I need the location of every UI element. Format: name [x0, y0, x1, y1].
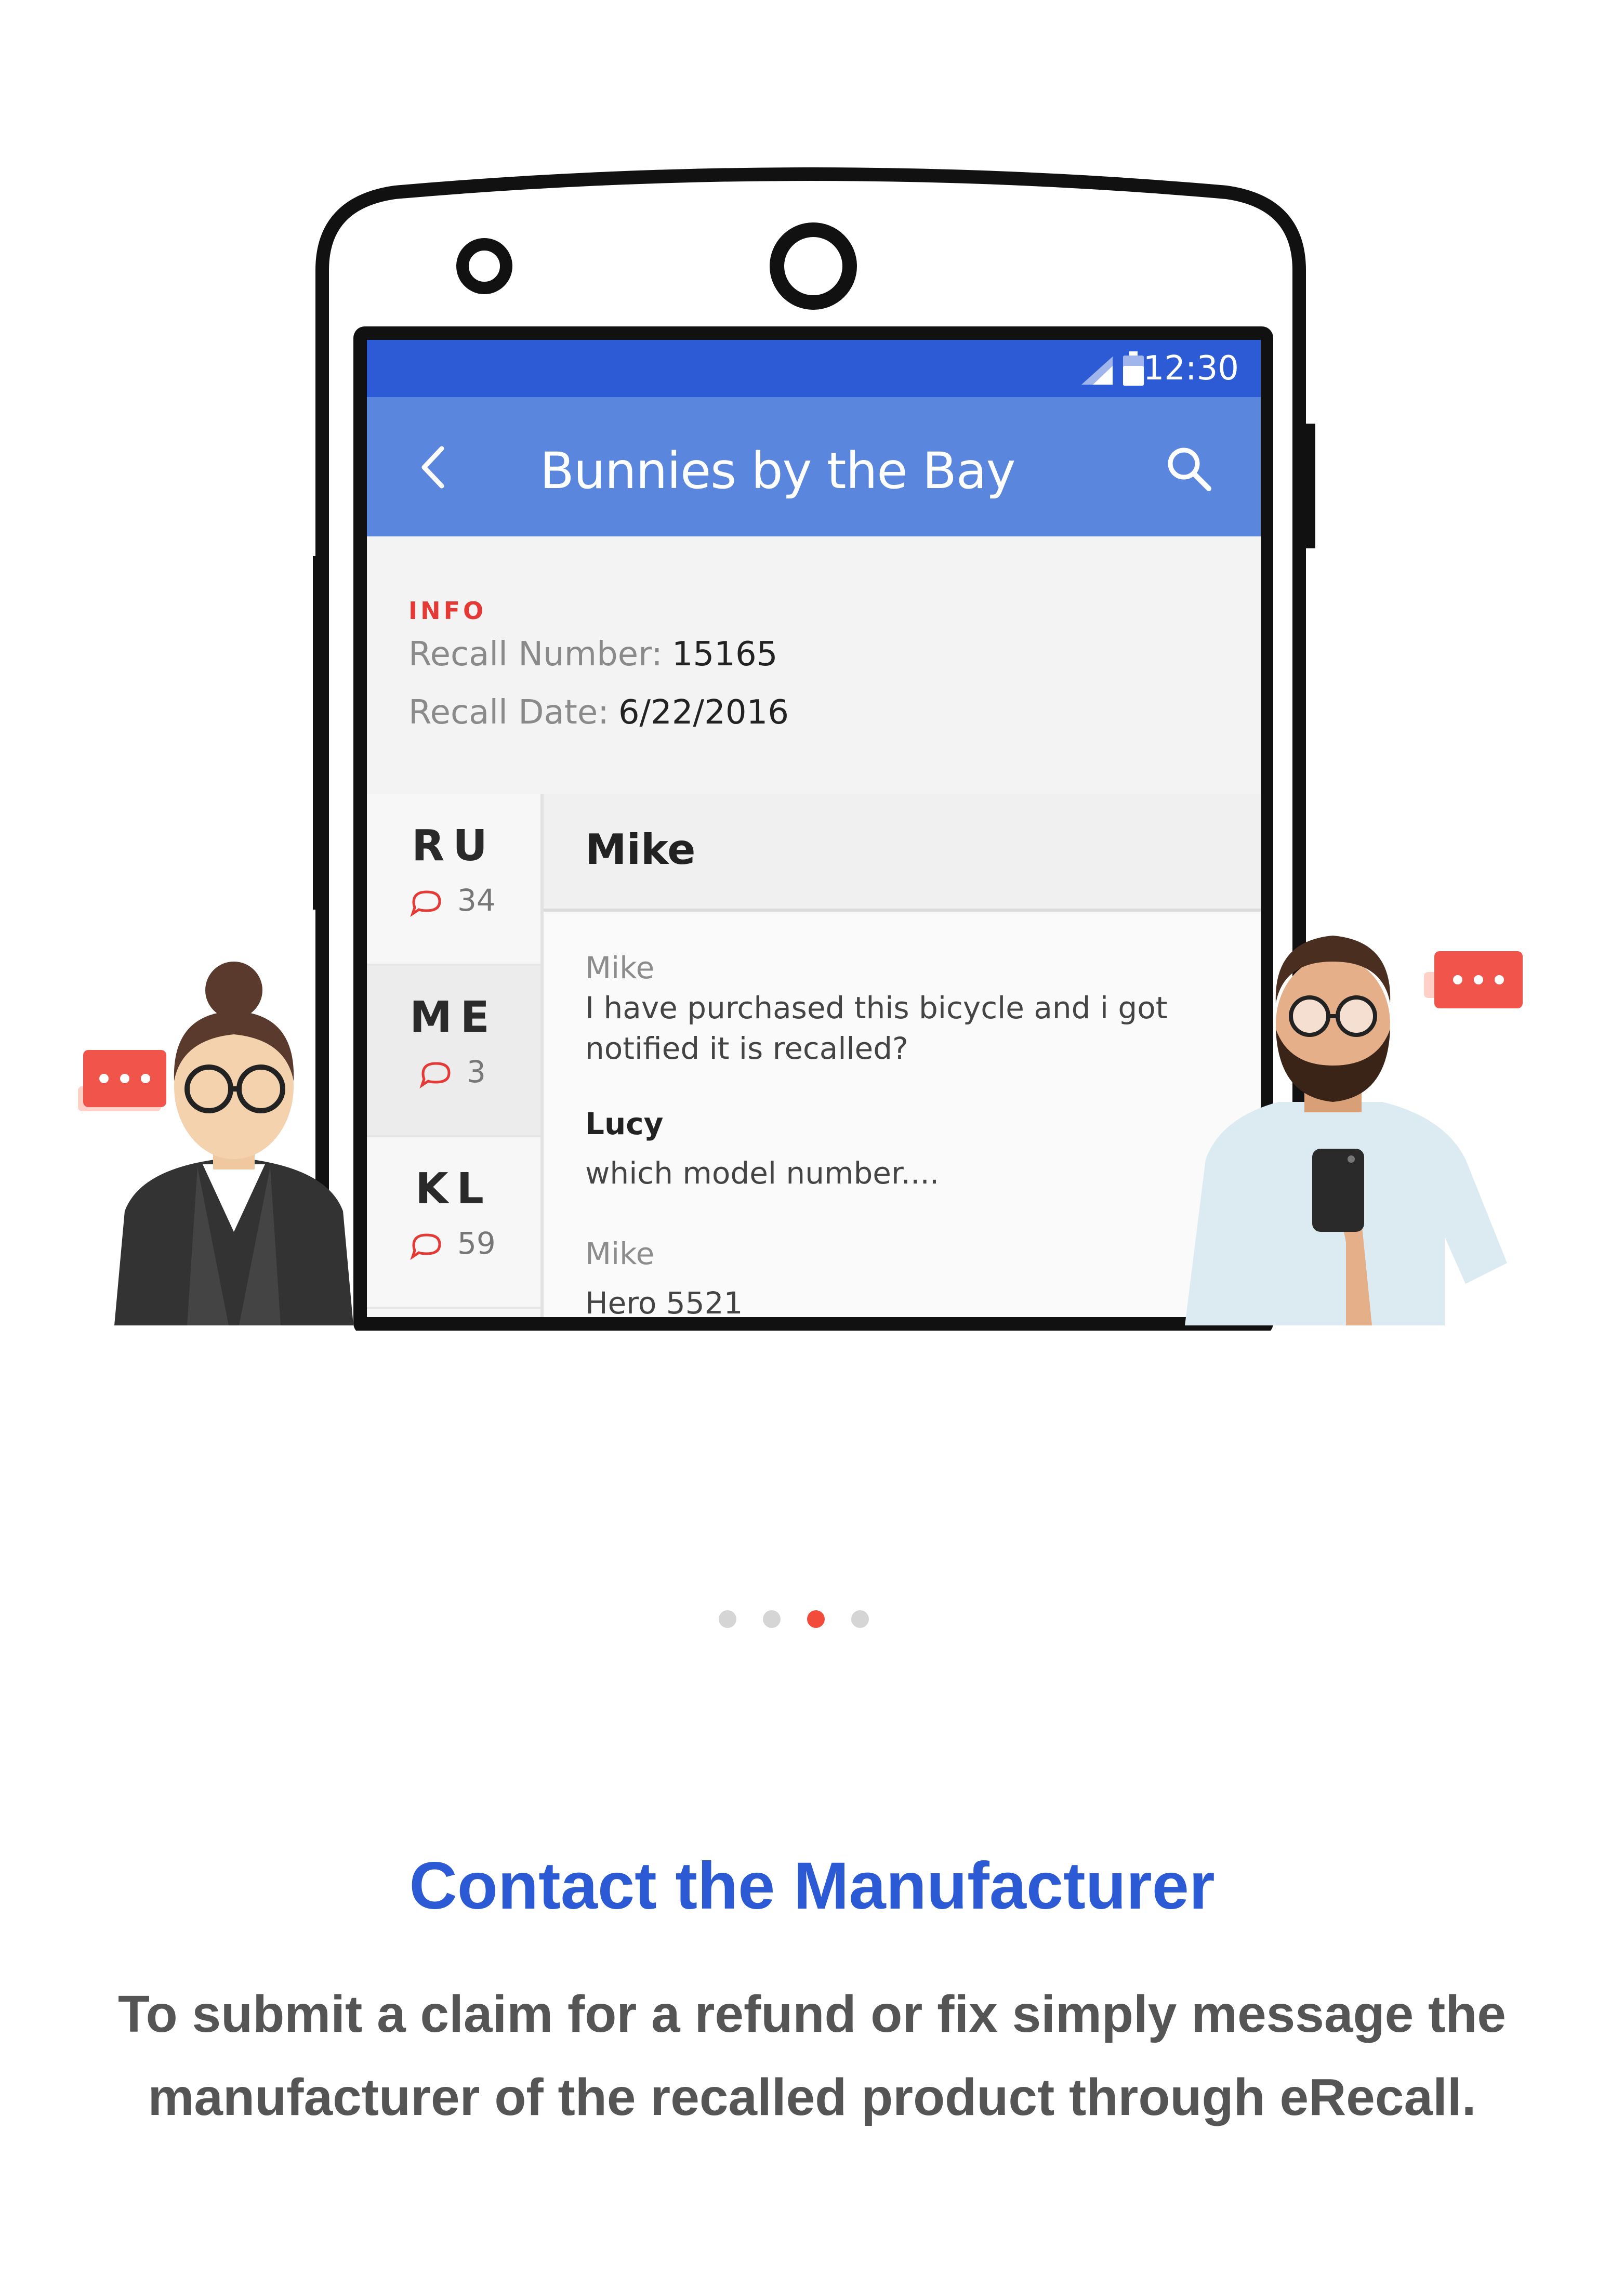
chat-bubble-icon [78, 1050, 166, 1111]
battery-icon [1123, 351, 1144, 386]
message-sender: Mike [585, 950, 655, 985]
page-dot[interactable] [763, 1610, 781, 1628]
contact-initials: RU [412, 821, 496, 871]
message-count-value: 34 [457, 883, 496, 918]
message-text: which model number.... [585, 1155, 940, 1191]
message-text: I have purchased this bicycle and i got … [585, 990, 1168, 1066]
message-count: 34 [408, 883, 496, 918]
app-bar: Bunnies by the Bay [367, 397, 1261, 536]
page-dot[interactable] [719, 1610, 736, 1628]
chat-bubble-icon [1424, 951, 1523, 1008]
message-count-value: 59 [457, 1226, 496, 1261]
conversation-title: Mike [585, 825, 696, 874]
conversation-header: Mike [544, 794, 1261, 912]
recall-date-value: 6/22/2016 [618, 693, 789, 732]
conversation-panel: Mike Mike I have purchased this bicycle … [544, 794, 1261, 1317]
recall-info-section: INFO Recall Number: 15165 Recall Date: 6/2… [367, 536, 1261, 797]
message-count: 3 [418, 1054, 486, 1089]
info-label: INFO [408, 597, 487, 625]
back-arrow-icon[interactable] [417, 441, 448, 493]
message-sender: Mike [585, 1236, 655, 1271]
woman-character-illustration [78, 962, 353, 1325]
recall-number-row: Recall Number: 15165 [408, 635, 777, 674]
status-bar: 12:30 [367, 340, 1261, 397]
onboarding-description: To submit a claim for a refund or fix si… [117, 1985, 1507, 2126]
page-dot-active[interactable] [807, 1610, 825, 1628]
app-bar-title: Bunnies by the Bay [540, 442, 1015, 500]
recall-number-value: 15165 [671, 635, 778, 674]
recall-date-row: Recall Date: 6/22/2016 [408, 693, 789, 732]
signal-icon [1081, 357, 1113, 385]
page-dot[interactable] [851, 1610, 869, 1628]
search-icon[interactable] [1163, 443, 1215, 495]
message-count-value: 3 [467, 1054, 486, 1089]
page-indicator [719, 1610, 895, 1631]
onboarding-heading: Contact the Manufacturer [409, 1849, 1215, 1923]
status-time: 12:30 [1143, 349, 1239, 388]
recall-number-label: Recall Number: [408, 635, 663, 674]
chat-bubble-icon [410, 890, 441, 917]
message-sender: Lucy [585, 1106, 664, 1141]
recall-date-label: Recall Date: [408, 693, 609, 732]
contact-item[interactable]: RU 34 [367, 794, 540, 966]
phone-screen: 12:30 Bunnies by the Bay INFO Recall Num… [367, 340, 1261, 1317]
man-character-illustration [1185, 936, 1523, 1325]
message-text: Hero 5521 [585, 1285, 743, 1317]
